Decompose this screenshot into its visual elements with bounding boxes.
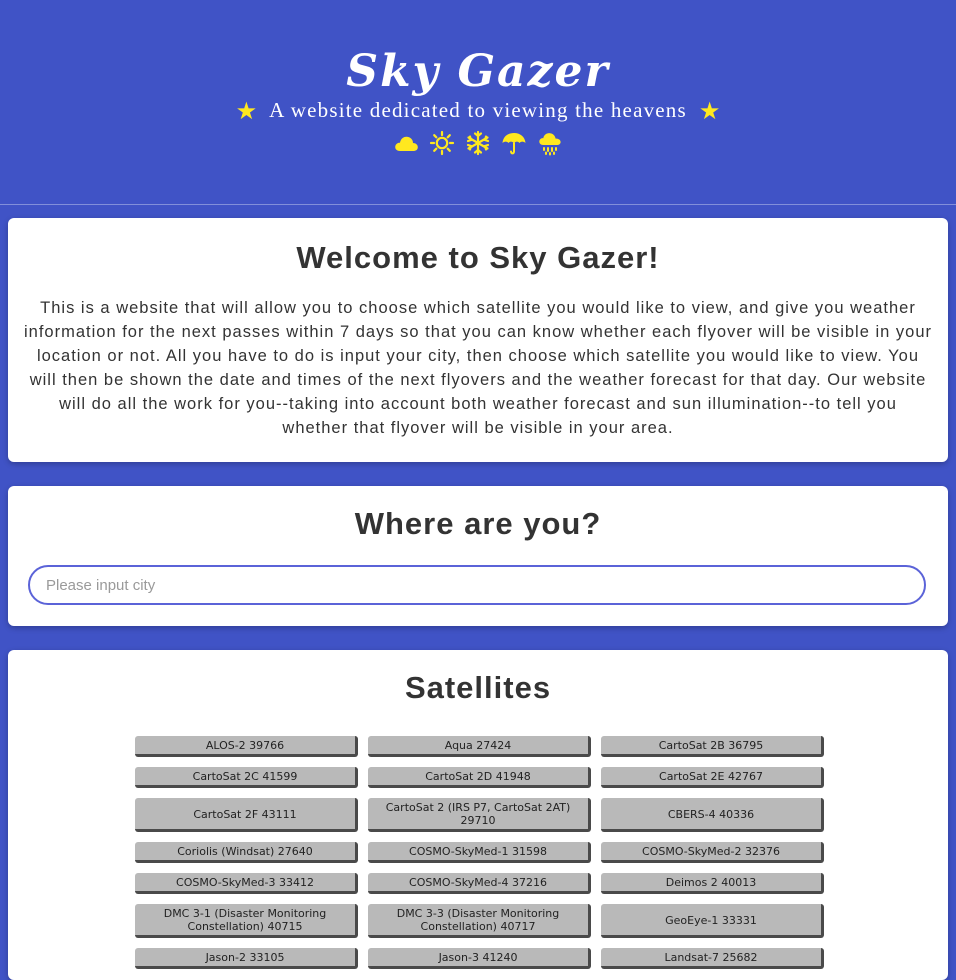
satellite-button[interactable]: CartoSat 2 (IRS P7, CartoSat 2AT) 29710 <box>368 798 591 832</box>
satellite-button[interactable]: CartoSat 2C 41599 <box>135 767 358 788</box>
tagline-row: ★ A website dedicated to viewing the hea… <box>0 98 956 123</box>
satellite-button[interactable]: CartoSat 2B 36795 <box>601 736 824 757</box>
satellite-button[interactable]: Aqua 27424 <box>368 736 591 757</box>
welcome-heading: Welcome to Sky Gazer! <box>296 240 660 275</box>
satellite-button[interactable]: CartoSat 2E 42767 <box>601 767 824 788</box>
weather-icons <box>0 130 956 156</box>
location-card: Where are you? <box>8 486 948 626</box>
satellite-button[interactable]: Landsat-7 25682 <box>601 948 824 969</box>
site-tagline: A website dedicated to viewing the heave… <box>269 98 687 122</box>
star-icon: ★ <box>235 96 258 125</box>
satellite-button[interactable]: COSMO-SkyMed-1 31598 <box>368 842 591 863</box>
welcome-card: Welcome to Sky Gazer! This is a website … <box>8 218 948 462</box>
satellite-button[interactable]: COSMO-SkyMed-4 37216 <box>368 873 591 894</box>
satellite-button[interactable]: DMC 3-1 (Disaster Monitoring Constellati… <box>135 904 358 938</box>
satellites-card: Satellites ALOS-2 39766 Aqua 27424 CartoSa… <box>8 650 948 980</box>
satellite-button[interactable]: COSMO-SkyMed-2 32376 <box>601 842 824 863</box>
satellite-button[interactable]: ALOS-2 39766 <box>135 736 358 757</box>
site-header: Sky Gazer ★ A website dedicated to viewi… <box>0 0 956 206</box>
location-heading: Where are you? <box>354 506 602 541</box>
satellite-button[interactable]: Jason-3 41240 <box>368 948 591 969</box>
satellite-button[interactable]: Deimos 2 40013 <box>601 873 824 894</box>
satellite-button[interactable]: CartoSat 2F 43111 <box>135 798 358 832</box>
star-icon: ★ <box>698 96 721 125</box>
satellite-button[interactable]: DMC 3-3 (Disaster Monitoring Constellati… <box>368 904 591 938</box>
city-input[interactable] <box>28 565 926 605</box>
satellite-button[interactable]: GeoEye-1 33331 <box>601 904 824 938</box>
sun-icon <box>429 130 455 156</box>
welcome-description: This is a website that will allow you to… <box>24 299 932 437</box>
satellites-heading: Satellites <box>404 670 552 705</box>
satellite-button-grid: ALOS-2 39766 Aqua 27424 CartoSat 2B 36795 C… <box>135 736 825 969</box>
rain-cloud-icon <box>539 133 561 156</box>
satellite-button[interactable]: COSMO-SkyMed-3 33412 <box>135 873 358 894</box>
site-title: Sky Gazer <box>346 46 610 97</box>
umbrella-icon <box>502 133 526 155</box>
satellite-button[interactable]: Jason-2 33105 <box>135 948 358 969</box>
satellite-button[interactable]: Coriolis (Windsat) 27640 <box>135 842 358 863</box>
cloud-icon <box>395 136 418 151</box>
satellite-button[interactable]: CartoSat 2D 41948 <box>368 767 591 788</box>
satellite-button[interactable]: CBERS-4 40336 <box>601 798 824 832</box>
snowflake-icon <box>466 130 490 156</box>
header-divider <box>0 204 956 205</box>
